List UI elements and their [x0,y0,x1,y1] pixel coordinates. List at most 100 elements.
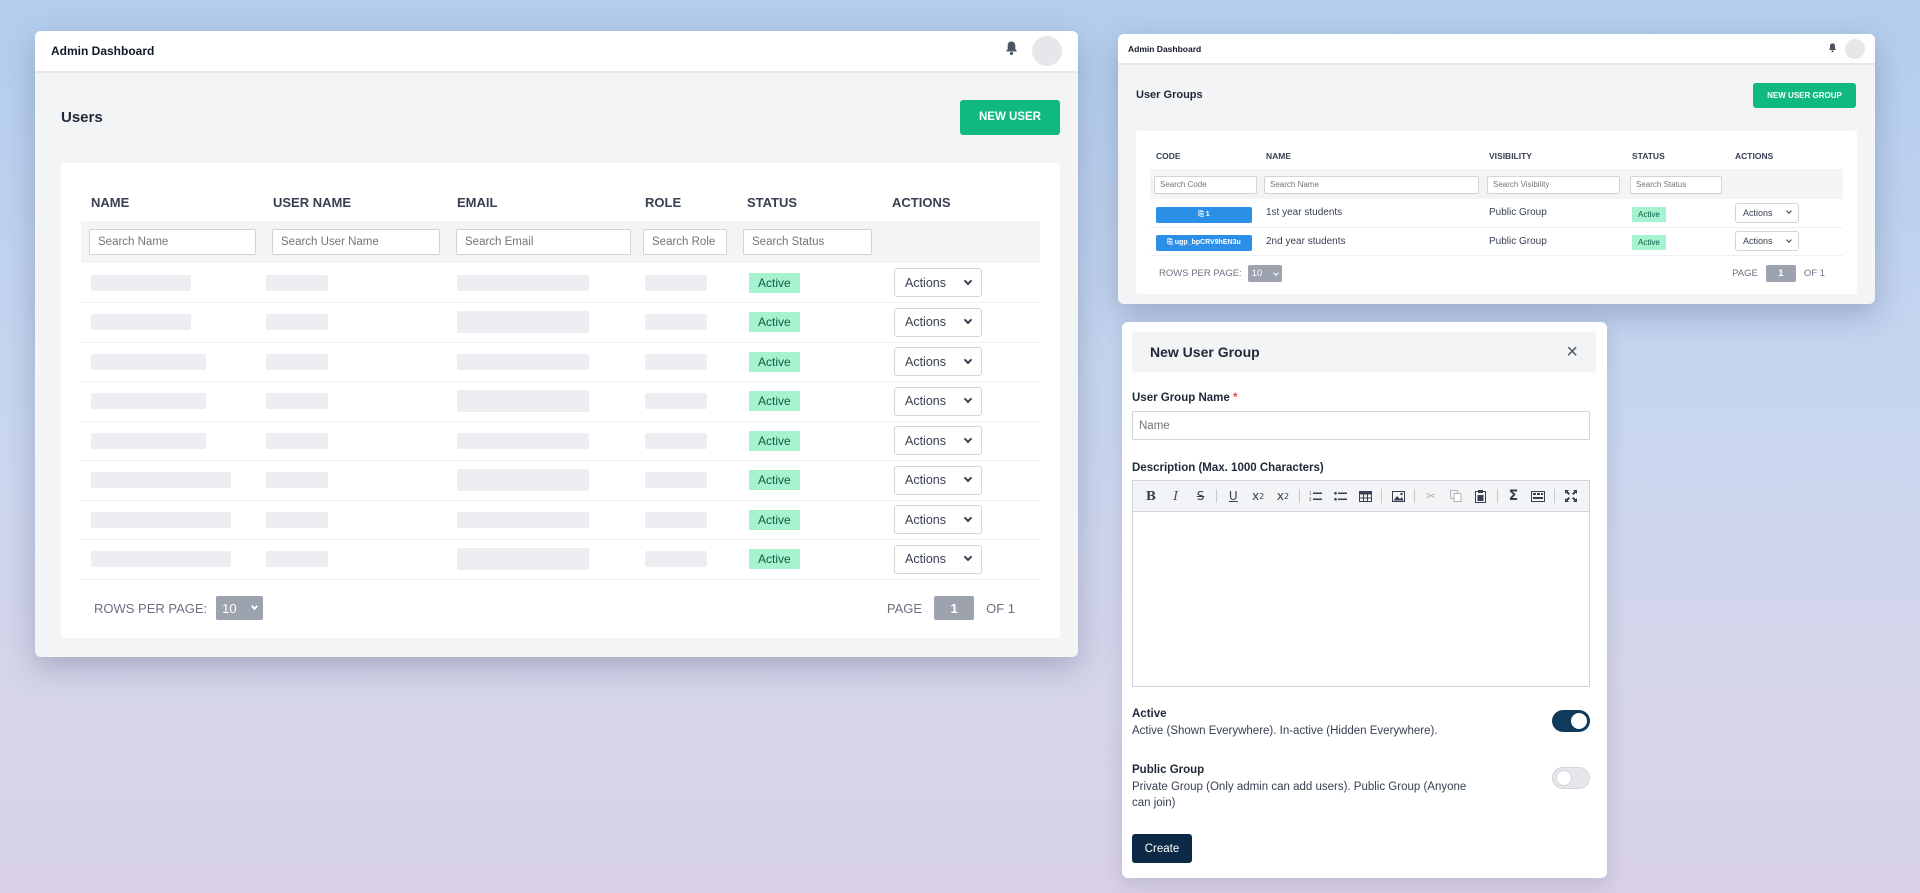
new-user-group-button[interactable]: NEW USER GROUP [1753,82,1856,108]
search-status-input[interactable] [743,229,872,255]
actions-dropdown[interactable]: Actions [1735,202,1799,223]
copy-icon[interactable] [1446,486,1466,506]
ordered-list-icon[interactable]: 12 [1306,486,1326,506]
chevron-down-icon [1786,236,1792,243]
chevron-down-icon [963,395,973,404]
col-status[interactable]: STATUS [739,183,884,221]
search-name-input[interactable] [1264,175,1479,194]
active-toggle[interactable] [1552,710,1590,732]
actions-label: Actions [905,433,946,448]
subscript-icon[interactable]: x2 [1248,486,1268,506]
app-title: Admin Dashboard [1128,43,1202,54]
actions-dropdown[interactable]: Actions [894,307,982,337]
active-setting: Active Active (Shown Everywhere). In-act… [1132,708,1590,739]
description-editor[interactable] [1132,512,1590,687]
new-user-button[interactable]: NEW USER [960,99,1060,135]
table-row: Active Actions [81,381,1040,422]
image-icon[interactable] [1388,486,1408,506]
underline-icon[interactable]: U [1223,486,1243,506]
table-row: Active Actions [81,263,1040,303]
avatar[interactable] [1032,36,1062,66]
unordered-list-icon[interactable] [1331,486,1351,506]
fullscreen-icon[interactable] [1561,486,1581,506]
actions-label: Actions [1743,236,1773,246]
actions-dropdown[interactable]: Actions [894,347,982,377]
role-skeleton [645,511,707,528]
search-role-input[interactable] [643,229,727,255]
user-name-skeleton [266,274,328,291]
group-visibility-cell: Public Group [1485,199,1628,228]
actions-label: Actions [905,315,946,330]
bell-icon[interactable] [1828,40,1837,58]
chevron-down-icon [963,276,973,285]
cut-icon[interactable]: ✂ [1421,486,1441,506]
actions-label: Actions [905,552,946,567]
public-group-toggle[interactable] [1552,767,1590,789]
col-email[interactable]: EMAIL [448,183,639,221]
actions-label: Actions [905,512,946,527]
close-icon[interactable]: × [1566,342,1578,362]
user-name-skeleton [266,432,328,449]
rows-per-page-select[interactable]: 10 [216,596,264,620]
group-code-badge[interactable]: ⎘ ugp_bpCRV9hEN3u [1156,235,1252,251]
actions-dropdown[interactable]: Actions [894,426,982,456]
strikethrough-icon[interactable]: S [1191,486,1211,506]
search-code-input[interactable] [1154,175,1257,194]
role-skeleton [645,314,707,331]
svg-text:1: 1 [1309,491,1312,496]
status-badge: Active [1632,235,1666,250]
page-label: PAGE [886,600,923,616]
actions-label: Actions [905,473,946,488]
table-icon[interactable] [1355,486,1375,506]
status-badge: Active [749,509,800,530]
email-skeleton [457,469,589,492]
col-visibility[interactable]: VISIBILITY [1485,143,1628,169]
search-email-input[interactable] [456,229,631,255]
page-number-button[interactable]: 1 [1765,265,1796,282]
page-number-button[interactable]: 1 [934,596,975,620]
search-visibility-input[interactable] [1487,175,1620,194]
col-name[interactable]: NAME [1262,143,1485,169]
col-name[interactable]: NAME [81,183,264,221]
actions-label: Actions [905,394,946,409]
name-skeleton [91,432,206,449]
avatar[interactable] [1845,38,1865,59]
public-group-title: Public Group [1132,764,1205,776]
group-name-input[interactable] [1132,411,1590,440]
actions-dropdown[interactable]: Actions [894,544,982,574]
sum-icon[interactable]: Σ [1503,486,1523,506]
table-row: Active Actions [81,342,1040,382]
search-status-input[interactable] [1630,175,1722,194]
table-row: ⎘ 1 1st year students Public Group Active Ac… [1150,199,1843,228]
svg-text:2: 2 [1309,497,1312,502]
top-bar: Admin Dashboard [35,31,1078,73]
special-char-icon[interactable] [1528,486,1548,506]
col-user-name[interactable]: USER NAME [264,183,448,221]
rows-per-page-value: 10 [1251,268,1263,279]
group-code-badge[interactable]: ⎘ 1 [1156,206,1252,223]
superscript-icon[interactable]: x2 [1273,486,1293,506]
actions-dropdown[interactable]: Actions [894,465,982,495]
actions-dropdown[interactable]: Actions [1735,231,1799,251]
search-name-input[interactable] [89,229,256,255]
active-description: Active (Shown Everywhere). In-active (Hi… [1132,725,1438,737]
modal-title: New User Group [1150,344,1260,360]
bell-icon[interactable] [1005,41,1018,61]
col-code[interactable]: CODE [1150,143,1262,169]
col-role[interactable]: ROLE [639,183,739,221]
role-skeleton [645,353,707,370]
bold-icon[interactable]: B [1141,486,1161,506]
actions-dropdown[interactable]: Actions [894,268,982,297]
italic-icon[interactable]: I [1166,486,1186,506]
search-user-name-input[interactable] [272,229,440,255]
email-skeleton [457,511,589,528]
actions-dropdown[interactable]: Actions [894,505,982,535]
modal-header: New User Group × [1132,332,1596,372]
create-button[interactable]: Create [1132,834,1192,863]
chevron-down-icon [1786,208,1792,215]
paste-icon[interactable] [1471,486,1491,506]
groups-table: CODE NAME VISIBILITY STATUS ACTIONS ⎘ 1 1… [1150,143,1843,256]
col-status[interactable]: STATUS [1628,143,1731,169]
actions-dropdown[interactable]: Actions [894,386,982,416]
rows-per-page-select[interactable]: 10 [1247,265,1282,282]
